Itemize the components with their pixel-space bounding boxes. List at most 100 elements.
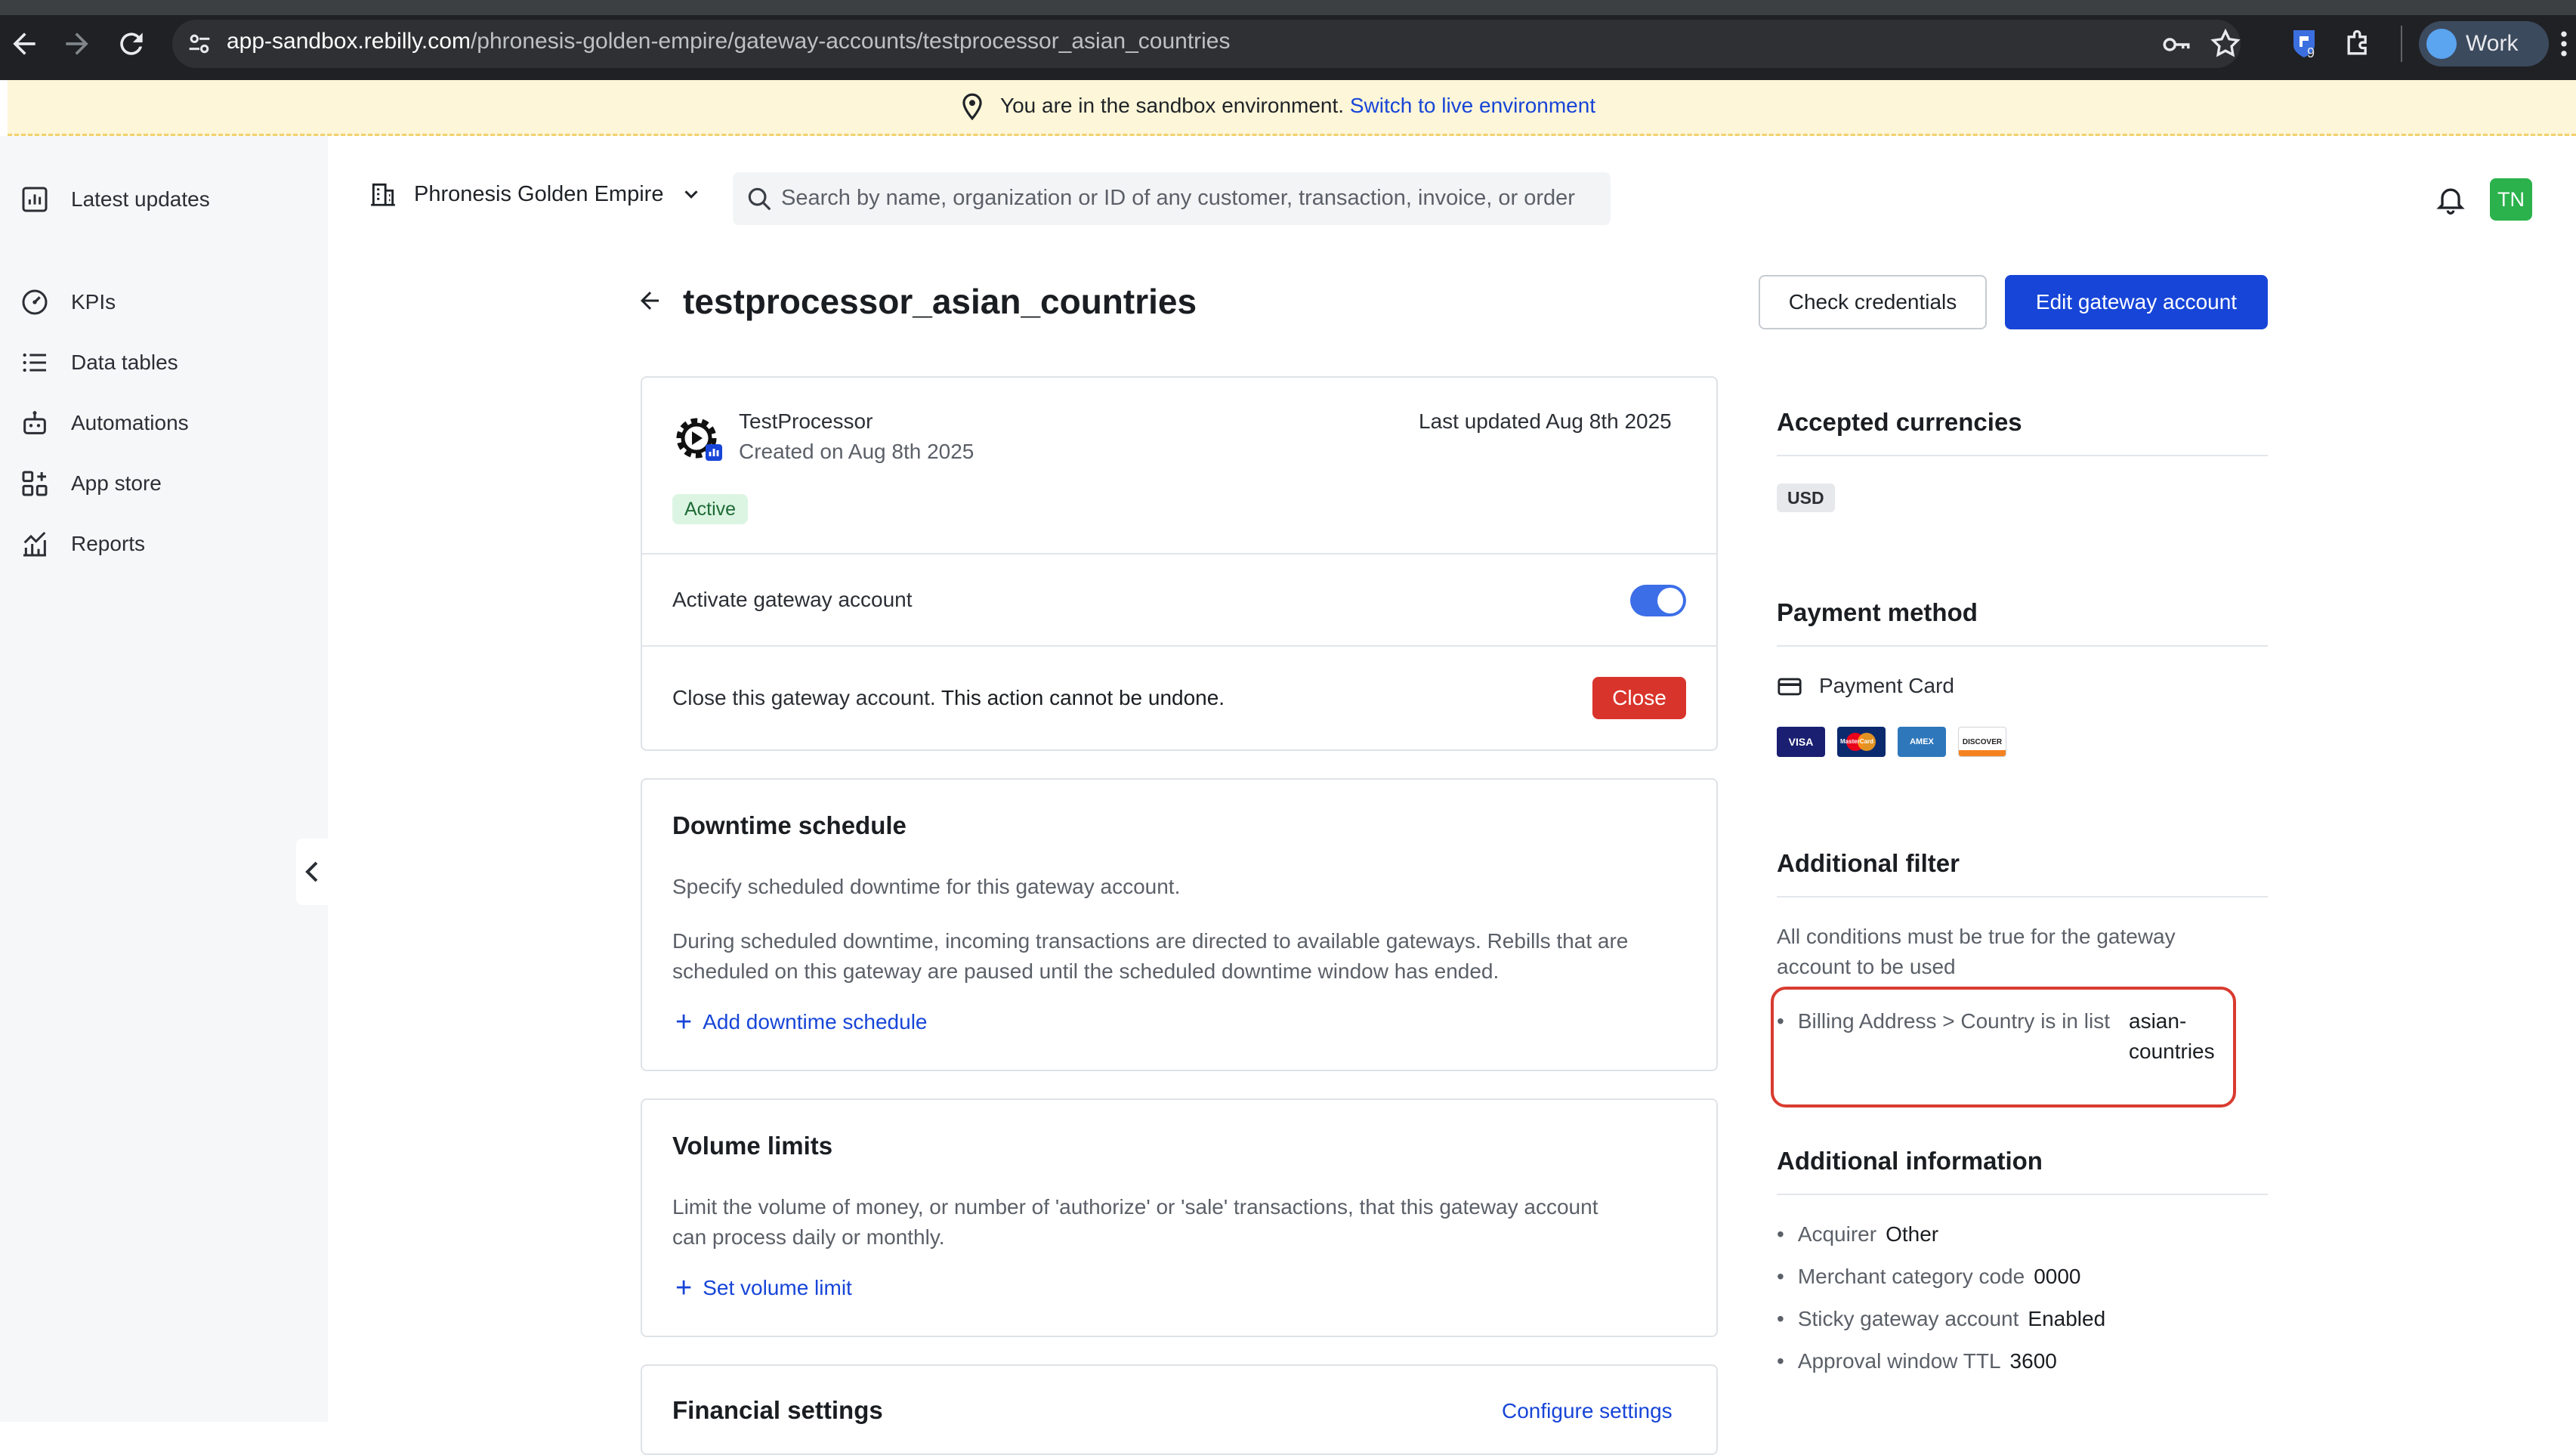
mastercard-logo-icon: MasterCard bbox=[1837, 727, 1886, 757]
back-icon[interactable] bbox=[8, 27, 41, 60]
profile-avatar-icon bbox=[2426, 29, 2457, 59]
section-divider bbox=[1777, 1194, 2268, 1195]
profile-label: Work bbox=[2466, 31, 2519, 56]
downtime-title: Downtime schedule bbox=[672, 811, 907, 839]
browser-menu-icon[interactable] bbox=[2558, 27, 2570, 60]
processor-gear-icon bbox=[672, 412, 727, 467]
chart-icon bbox=[20, 184, 50, 215]
sidebar-item-label: App store bbox=[71, 471, 162, 495]
info-item-approval-window-ttl: • Approval window TTL 3600 bbox=[1777, 1349, 2057, 1373]
credit-card-icon bbox=[1777, 674, 1802, 700]
switch-to-live-link[interactable]: Switch to live environment bbox=[1350, 94, 1595, 117]
url-path: /phronesis-golden-empire/gateway-account… bbox=[470, 29, 1231, 54]
add-downtime-schedule-link[interactable]: + Add downtime schedule bbox=[675, 1008, 928, 1036]
chevron-down-icon bbox=[680, 183, 703, 205]
info-value: 3600 bbox=[2009, 1349, 2057, 1373]
building-icon bbox=[369, 180, 397, 209]
plus-icon: + bbox=[675, 1006, 693, 1038]
info-value: Enabled bbox=[2028, 1307, 2106, 1330]
info-label: Sticky gateway account bbox=[1797, 1307, 2019, 1330]
filter-value-line2: countries bbox=[2129, 1040, 2215, 1063]
sidebar-item-reports[interactable]: Reports bbox=[20, 527, 145, 561]
volume-description-line2: can process daily or monthly. bbox=[672, 1225, 945, 1249]
card-divider bbox=[642, 645, 1716, 647]
collapse-sidebar-button[interactable] bbox=[296, 839, 328, 905]
url-text[interactable]: app-sandbox.rebilly.com/phronesis-golden… bbox=[227, 29, 1231, 54]
payment-method-label: Payment Card bbox=[1819, 674, 1954, 697]
extension-shield-icon[interactable]: 9 bbox=[2289, 27, 2319, 60]
visa-logo-icon: VISA bbox=[1777, 727, 1825, 757]
toolbar-divider bbox=[2401, 26, 2402, 62]
filter-condition-label: Billing Address > Country is in list bbox=[1797, 1009, 2110, 1033]
section-divider bbox=[1777, 645, 2268, 647]
user-avatar[interactable]: TN bbox=[2490, 178, 2532, 221]
discover-logo-text: DISCOVER bbox=[1962, 737, 2003, 746]
filter-condition: • Billing Address > Country is in list bbox=[1777, 1009, 2110, 1033]
activate-gateway-label: Activate gateway account bbox=[672, 588, 913, 611]
close-gateway-button[interactable]: Close bbox=[1592, 677, 1686, 719]
organization-switcher[interactable]: Phronesis Golden Empire bbox=[369, 180, 703, 209]
reports-icon bbox=[20, 529, 50, 559]
left-sidebar bbox=[0, 136, 328, 1422]
set-volume-limit-link[interactable]: + Set volume limit bbox=[675, 1274, 852, 1302]
back-arrow-icon[interactable] bbox=[636, 287, 663, 314]
amex-logo-text: AMEX bbox=[1910, 737, 1934, 746]
info-value: 0000 bbox=[2034, 1265, 2081, 1288]
forward-icon[interactable] bbox=[60, 27, 94, 60]
sidebar-item-label: Reports bbox=[71, 532, 146, 555]
bookmark-star-icon[interactable] bbox=[2209, 27, 2242, 60]
processor-name: TestProcessor bbox=[739, 409, 873, 433]
add-downtime-label: Add downtime schedule bbox=[703, 1010, 928, 1033]
bell-icon[interactable] bbox=[2434, 183, 2467, 216]
profile-button[interactable]: Work bbox=[2419, 21, 2549, 66]
created-date: Created on Aug 8th 2025 bbox=[739, 440, 974, 463]
password-key-icon[interactable] bbox=[2161, 29, 2192, 60]
configure-settings-link[interactable]: Configure settings bbox=[1502, 1399, 1673, 1423]
filter-description-line1: All conditions must be true for the gate… bbox=[1777, 925, 2176, 948]
sidebar-item-label: Data tables bbox=[71, 351, 178, 374]
financial-title: Financial settings bbox=[672, 1396, 883, 1424]
discover-logo-icon: DISCOVER bbox=[1958, 727, 2006, 757]
info-label: Merchant category code bbox=[1797, 1265, 2025, 1288]
extensions-puzzle-icon[interactable] bbox=[2342, 27, 2375, 60]
close-gateway-warning: This action cannot be undone. bbox=[941, 686, 1225, 709]
close-gateway-label: Close this gateway account. bbox=[672, 686, 936, 709]
sidebar-item-latest-updates[interactable]: Latest updates bbox=[20, 183, 210, 216]
downtime-details-line1: During scheduled downtime, incoming tran… bbox=[672, 929, 1629, 953]
payment-method-title: Payment method bbox=[1777, 598, 1978, 626]
sidebar-item-label: Automations bbox=[71, 411, 189, 434]
browser-tab-strip bbox=[0, 0, 2576, 15]
additional-information-title: Additional information bbox=[1777, 1147, 2043, 1175]
sidebar-item-app-store[interactable]: App store bbox=[20, 467, 162, 500]
info-label: Approval window TTL bbox=[1797, 1349, 2001, 1373]
info-label: Acquirer bbox=[1797, 1222, 1877, 1246]
edit-gateway-account-button[interactable]: Edit gateway account bbox=[2005, 275, 2268, 329]
set-volume-limit-label: Set volume limit bbox=[703, 1276, 852, 1299]
amex-logo-icon: AMEX bbox=[1898, 727, 1946, 757]
sandbox-message: You are in the sandbox environment. bbox=[1000, 94, 1345, 117]
card-divider bbox=[642, 553, 1716, 555]
page-title: testprocessor_asian_countries bbox=[683, 282, 1197, 321]
info-item-merchant-category-code: • Merchant category code 0000 bbox=[1777, 1265, 2081, 1288]
currency-chip: USD bbox=[1777, 483, 1835, 512]
sidebar-item-label: Latest updates bbox=[71, 187, 210, 211]
site-settings-icon[interactable] bbox=[184, 29, 215, 59]
sidebar-item-label: KPIs bbox=[71, 290, 116, 314]
sidebar-item-data-tables[interactable]: Data tables bbox=[20, 346, 178, 379]
filter-value-line1: asian- bbox=[2129, 1009, 2187, 1033]
extension-badge: 9 bbox=[2307, 45, 2315, 60]
apps-icon bbox=[20, 468, 50, 499]
close-gateway-text: Close this gateway account. This action … bbox=[672, 686, 1225, 710]
reload-icon[interactable] bbox=[115, 27, 148, 60]
gauge-icon bbox=[20, 287, 50, 317]
additional-filter-title: Additional filter bbox=[1777, 849, 1960, 877]
section-divider bbox=[1777, 455, 2268, 456]
downtime-description: Specify scheduled downtime for this gate… bbox=[672, 875, 1181, 898]
sidebar-item-automations[interactable]: Automations bbox=[20, 406, 189, 440]
info-item-acquirer: • Acquirer Other bbox=[1777, 1222, 1939, 1246]
list-icon bbox=[20, 348, 50, 378]
search-icon bbox=[745, 184, 774, 213]
sandbox-banner-text: You are in the sandbox environment. Swit… bbox=[1000, 94, 1595, 118]
check-credentials-button[interactable]: Check credentials bbox=[1759, 275, 1987, 329]
sidebar-item-kpis[interactable]: KPIs bbox=[20, 286, 116, 319]
